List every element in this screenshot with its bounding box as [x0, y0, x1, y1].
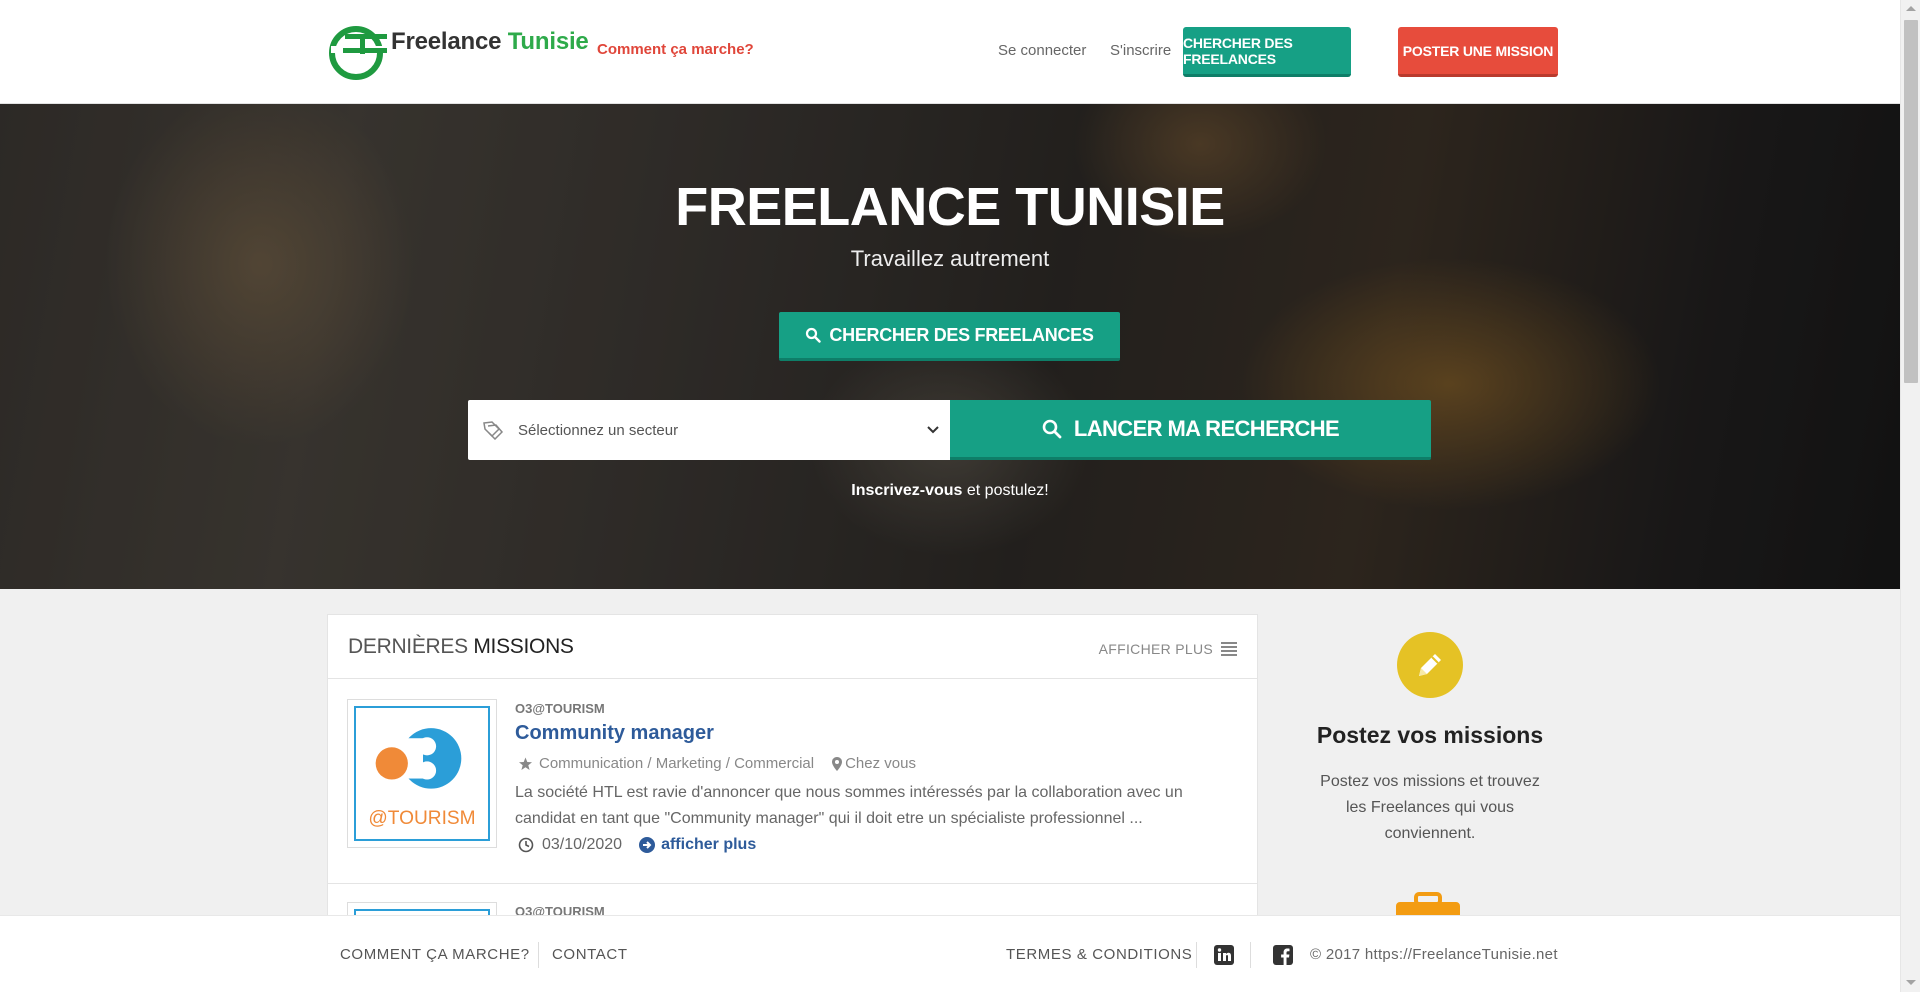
map-marker-icon [832, 756, 843, 771]
chevron-down-icon [927, 426, 939, 434]
mission-location: Chez vous [845, 755, 916, 772]
linkedin-icon[interactable] [1214, 945, 1234, 965]
mission-category: Communication / Marketing / Commercial [539, 755, 815, 772]
logo-mark-icon [329, 26, 387, 80]
scrollbar-thumb[interactable] [1904, 20, 1918, 383]
footer-divider [1196, 942, 1197, 968]
copyright-text: © 2017 https://FreelanceTunisie.net [1310, 946, 1558, 963]
facebook-icon[interactable] [1273, 945, 1293, 965]
arrow-circle-right-icon [639, 837, 656, 853]
login-link[interactable]: Se connecter [998, 42, 1086, 59]
footer-terms-link[interactable]: TERMES & CONDITIONS [1006, 946, 1192, 963]
mission-date: 03/10/2020 [542, 836, 623, 853]
launch-search-button[interactable]: LANCER MA RECHERCHE [950, 400, 1431, 460]
mission-meta: Communication / Marketing / Commercial C… [518, 755, 916, 772]
svg-text:@TOURISM: @TOURISM [368, 808, 475, 829]
page-scrollbar[interactable] [1900, 0, 1920, 992]
register-link[interactable]: S'inscrire [1110, 42, 1171, 59]
clock-icon [518, 837, 534, 853]
site-header: Freelance Tunisie Comment ça marche? Se … [0, 0, 1900, 104]
site-footer: COMMENT ÇA MARCHE? CONTACT TERMES & COND… [0, 915, 1900, 992]
hero-subtitle: Travaillez autrement [850, 246, 1050, 271]
tourism-logo-icon: @TOURISM [368, 728, 476, 829]
register-prompt: Inscrivez-vous et postulez! [0, 482, 1900, 500]
hero-find-freelancers-button[interactable]: CHERCHER DES FREELANCES [779, 312, 1120, 361]
search-icon [1042, 419, 1062, 438]
sector-select[interactable]: Sélectionnez un secteur [468, 400, 950, 460]
show-more-missions-label: AFFICHER PLUS [1098, 641, 1213, 657]
post-missions-text: Postez vos missions et trouvez les Freel… [1320, 773, 1540, 842]
register-prompt-text: et postulez! [962, 482, 1049, 499]
site-logo[interactable]: Freelance Tunisie [327, 20, 589, 82]
footer-how-link[interactable]: COMMENT ÇA MARCHE? [340, 946, 530, 963]
company-logo[interactable]: @TOURISM [347, 699, 497, 848]
footer-contact-link[interactable]: CONTACT [552, 946, 628, 963]
post-mission-button[interactable]: POSTER UNE MISSION [1398, 27, 1558, 77]
footer-divider [1250, 942, 1251, 968]
missions-title: DERNIÈRES MISSIONS [348, 635, 574, 658]
latest-missions-panel: DERNIÈRES MISSIONS AFFICHER PLUS @TOURIS… [327, 614, 1258, 934]
list-icon [1221, 642, 1237, 656]
search-icon [806, 327, 822, 343]
star-icon [519, 757, 532, 770]
mission-list-item[interactable]: @TOURISM O3@TOURISM Community manager Co… [328, 679, 1257, 884]
missions-header: DERNIÈRES MISSIONS AFFICHER PLUS [328, 615, 1257, 679]
post-missions-title: Postez vos missions [1316, 722, 1544, 748]
show-more-missions-link[interactable]: AFFICHER PLUS [1099, 641, 1237, 657]
mission-description: La société HTL est ravie d'annoncer que … [515, 784, 1183, 827]
post-missions-promo: Postez vos missions Postez vos missions … [1290, 632, 1570, 847]
how-it-works-link[interactable]: Comment ça marche? [597, 41, 754, 58]
find-freelancers-button[interactable]: CHERCHER DES FREELANCES [1183, 27, 1351, 77]
tags-icon [483, 421, 504, 440]
company-name: O3@TOURISM [515, 701, 605, 716]
register-prompt-link[interactable]: Inscrivez-vous [851, 482, 962, 499]
hero-find-label: CHERCHER DES FREELANCES [829, 324, 1094, 345]
logo-text: Freelance Tunisie [391, 28, 589, 55]
footer-divider [538, 942, 539, 968]
scroll-down-icon[interactable] [1906, 980, 1916, 985]
pencil-icon [1397, 632, 1463, 698]
mission-date-row: 03/10/2020 afficher plus [518, 836, 756, 854]
hero-title: FREELANCE TUNISIE [675, 177, 1225, 237]
scroll-up-icon[interactable] [1906, 6, 1916, 11]
sector-select-value: Sélectionnez un secteur [518, 421, 679, 439]
mission-title-link[interactable]: Community manager [515, 722, 714, 745]
launch-search-label: LANCER MA RECHERCHE [1073, 415, 1340, 441]
hero-banner: FREELANCE TUNISIE Travaillez autrement C… [0, 104, 1900, 589]
mission-show-more-link[interactable]: afficher plus [639, 836, 756, 854]
